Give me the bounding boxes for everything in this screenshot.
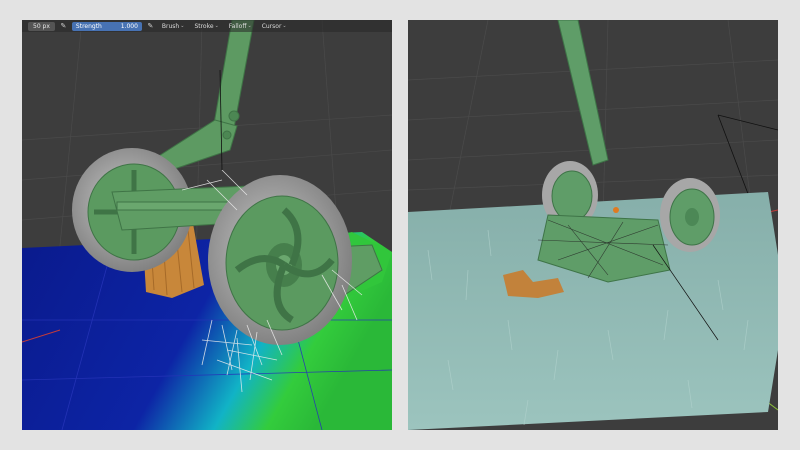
cursor-menu-label: Cursor [261,22,282,30]
falloff-menu-label: Falloff [228,22,247,30]
mower-handle [557,20,609,166]
chevron-down-icon: ⌄ [282,23,287,29]
front-wheel [660,178,720,252]
radius-field[interactable]: 50 px [28,21,55,31]
front-wheel [208,175,352,345]
strength-value: 1.000 [120,22,138,30]
tool-header: 50 px ✎ Strength 1.000 ✎ Brush ⌄ Stroke … [22,20,392,32]
left-viewport[interactable]: 50 px ✎ Strength 1.000 ✎ Brush ⌄ Stroke … [22,20,392,430]
chevron-down-icon: ⌄ [180,23,185,29]
pen-pressure-icon[interactable]: ✎ [146,22,155,31]
cursor-menu[interactable]: Cursor ⌄ [259,23,290,30]
right-viewport[interactable] [408,20,778,430]
stroke-menu-label: Stroke [194,22,214,30]
brush-menu-label: Brush [161,22,180,30]
falloff-menu[interactable]: Falloff ⌄ [226,23,255,30]
pen-pressure-icon[interactable]: ✎ [59,22,68,31]
brush-menu[interactable]: Brush ⌄ [159,23,188,30]
stroke-menu[interactable]: Stroke ⌄ [191,23,221,30]
chevron-down-icon: ⌄ [247,23,252,29]
strength-slider[interactable]: Strength 1.000 [71,21,142,31]
strength-label: Strength [75,22,102,30]
weight-paint-scene [22,20,392,430]
chevron-down-icon: ⌄ [214,23,219,29]
grass-scene [408,20,778,430]
